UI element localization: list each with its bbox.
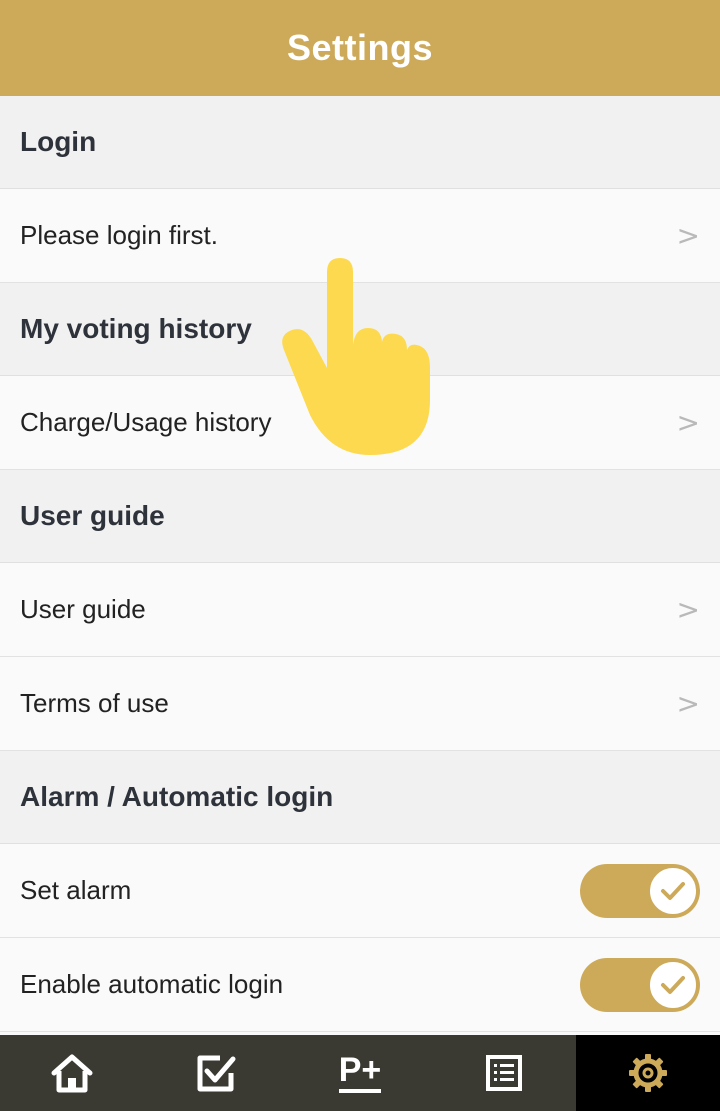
- chevron-right-icon: >: [676, 592, 700, 626]
- toggle-knob: [648, 865, 698, 916]
- set-alarm-label: Set alarm: [20, 875, 132, 905]
- automatic-login-toggle[interactable]: [580, 957, 700, 1012]
- terms-of-use-row[interactable]: Terms of use >: [0, 657, 720, 751]
- home-icon: [51, 1054, 93, 1093]
- nav-home[interactable]: [0, 1035, 144, 1111]
- nav-p-plus[interactable]: P+: [288, 1035, 432, 1111]
- set-alarm-toggle[interactable]: [580, 863, 700, 918]
- vote-check-icon: [197, 1055, 236, 1092]
- header-bar: Settings: [0, 0, 720, 96]
- section-header-alarm-login: Alarm / Automatic login: [0, 751, 720, 844]
- chevron-right-icon: >: [676, 218, 700, 252]
- settings-list: Login Please login first. > My voting hi…: [0, 96, 720, 1032]
- list-icon: [486, 1055, 522, 1091]
- toggle-knob: [648, 959, 698, 1010]
- p-plus-icon: P+: [338, 1053, 382, 1093]
- nav-list[interactable]: [432, 1035, 576, 1111]
- page-title: Settings: [286, 27, 433, 68]
- user-guide-row[interactable]: User guide >: [0, 563, 720, 657]
- charge-usage-history-label: Charge/Usage history: [20, 407, 272, 437]
- checkmark-icon: [661, 881, 685, 900]
- terms-of-use-label: Terms of use: [20, 688, 169, 718]
- chevron-right-icon: >: [676, 405, 700, 439]
- charge-usage-history-row[interactable]: Charge/Usage history >: [0, 376, 720, 470]
- nav-settings[interactable]: [576, 1035, 720, 1111]
- automatic-login-label: Enable automatic login: [20, 969, 284, 999]
- login-row[interactable]: Please login first. >: [0, 189, 720, 283]
- checkmark-icon: [661, 975, 685, 994]
- nav-vote[interactable]: [144, 1035, 288, 1111]
- section-header-voting-history: My voting history: [0, 283, 720, 376]
- section-header-login: Login: [0, 96, 720, 189]
- user-guide-label: User guide: [20, 594, 146, 624]
- set-alarm-row: Set alarm: [0, 844, 720, 938]
- automatic-login-row: Enable automatic login: [0, 938, 720, 1032]
- settings-gear-icon: [629, 1054, 667, 1092]
- section-header-user-guide: User guide: [0, 470, 720, 563]
- bottom-nav-bar: P+: [0, 1035, 720, 1111]
- chevron-right-icon: >: [676, 686, 700, 720]
- login-row-label: Please login first.: [20, 220, 218, 250]
